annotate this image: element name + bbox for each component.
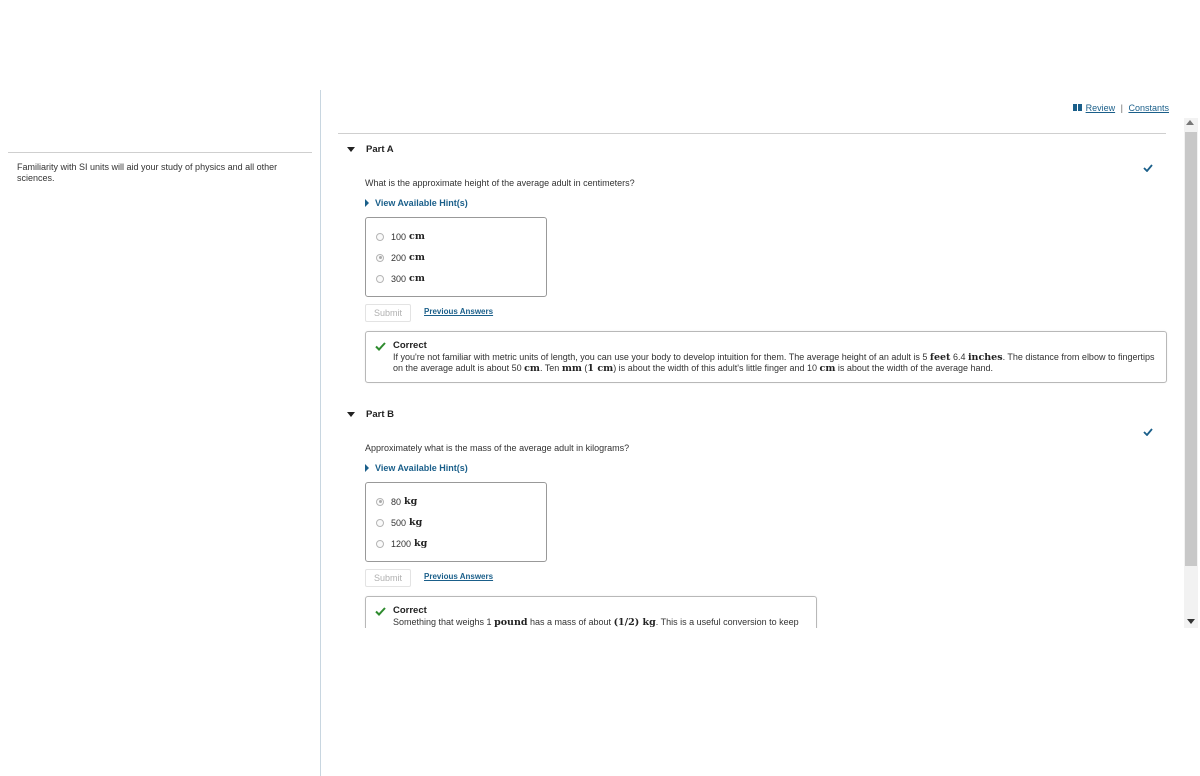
feedback-text: Something that weighs 1 pound has a mass…: [393, 617, 799, 628]
part-a-answer-options: 100 cm 200 cm 300 cm: [365, 217, 547, 297]
panel-divider: [320, 90, 321, 776]
hint-expand-arrow-icon: [365, 464, 369, 472]
toolbar-separator: |: [1120, 103, 1123, 113]
feedback-text: If you're not familiar with metric units…: [393, 352, 1155, 374]
hint-label: View Available Hint(s): [375, 463, 468, 473]
top-divider-line: [338, 133, 1166, 134]
part-a-collapse-caret-icon[interactable]: [347, 147, 355, 152]
review-link[interactable]: Review: [1086, 103, 1116, 113]
part-b-view-hints-link[interactable]: View Available Hint(s): [365, 463, 468, 473]
part-a-view-hints-link[interactable]: View Available Hint(s): [365, 198, 468, 208]
left-divider-line: [8, 152, 312, 153]
constants-link[interactable]: Constants: [1128, 103, 1169, 113]
option-unit: kg: [404, 496, 418, 507]
part-b-complete-check-icon: [1143, 428, 1153, 436]
feedback-title: Correct: [393, 605, 427, 616]
option-unit: cm: [409, 273, 425, 284]
radio-button[interactable]: [376, 232, 384, 241]
part-a-option-1[interactable]: 100 cm: [376, 231, 425, 242]
part-b-previous-answers-link[interactable]: Previous Answers: [424, 572, 493, 581]
scroll-down-arrow-icon[interactable]: [1187, 619, 1195, 624]
hint-label: View Available Hint(s): [375, 198, 468, 208]
part-b-option-3[interactable]: 1200 kg: [376, 538, 427, 549]
part-a-title[interactable]: Part A: [366, 144, 394, 155]
part-b-option-2[interactable]: 500 kg: [376, 517, 422, 528]
part-b-feedback-clip: Correct Something that weighs 1 pound ha…: [360, 590, 830, 628]
book-icon: [1073, 104, 1083, 111]
part-b-submit-button[interactable]: Submit: [365, 569, 411, 587]
radio-button-selected[interactable]: [376, 253, 384, 262]
correct-check-icon: [375, 607, 386, 616]
part-a-submit-button[interactable]: Submit: [365, 304, 411, 322]
part-b-feedback-box: Correct Something that weighs 1 pound ha…: [365, 596, 817, 628]
radio-button[interactable]: [376, 518, 384, 527]
part-b-answer-options: 80 kg 500 kg 1200 kg: [365, 482, 547, 562]
radio-button[interactable]: [376, 274, 384, 283]
radio-button[interactable]: [376, 539, 384, 548]
radio-button-selected[interactable]: [376, 497, 384, 506]
option-unit: kg: [409, 517, 423, 528]
part-b-collapse-caret-icon[interactable]: [347, 412, 355, 417]
part-a-previous-answers-link[interactable]: Previous Answers: [424, 307, 493, 316]
option-unit: cm: [409, 252, 425, 263]
top-links: Review | Constants: [1073, 103, 1169, 113]
part-b-option-1[interactable]: 80 kg: [376, 496, 417, 507]
scroll-thumb[interactable]: [1185, 132, 1197, 566]
hint-expand-arrow-icon: [365, 199, 369, 207]
part-b-title[interactable]: Part B: [366, 409, 394, 420]
feedback-title: Correct: [393, 340, 427, 351]
part-a-complete-check-icon: [1143, 164, 1153, 172]
part-a-option-2[interactable]: 200 cm: [376, 252, 425, 263]
option-unit: kg: [414, 538, 428, 549]
part-a-option-3[interactable]: 300 cm: [376, 273, 425, 284]
part-a-question: What is the approximate height of the av…: [365, 178, 635, 188]
scroll-up-arrow-icon[interactable]: [1186, 120, 1194, 125]
intro-text: Familiarity with SI units will aid your …: [17, 162, 278, 183]
option-value: 300: [391, 273, 407, 284]
option-value: 1200: [391, 538, 412, 549]
option-unit: cm: [409, 231, 425, 242]
part-a-feedback-box: Correct If you're not familiar with metr…: [365, 331, 1167, 383]
option-value: 500: [391, 517, 407, 528]
option-value: 80: [391, 496, 402, 507]
correct-check-icon: [375, 342, 386, 351]
scrollbar[interactable]: [1184, 118, 1198, 628]
part-b-question: Approximately what is the mass of the av…: [365, 443, 630, 453]
option-value: 200: [391, 252, 407, 263]
option-value: 100: [391, 231, 407, 242]
